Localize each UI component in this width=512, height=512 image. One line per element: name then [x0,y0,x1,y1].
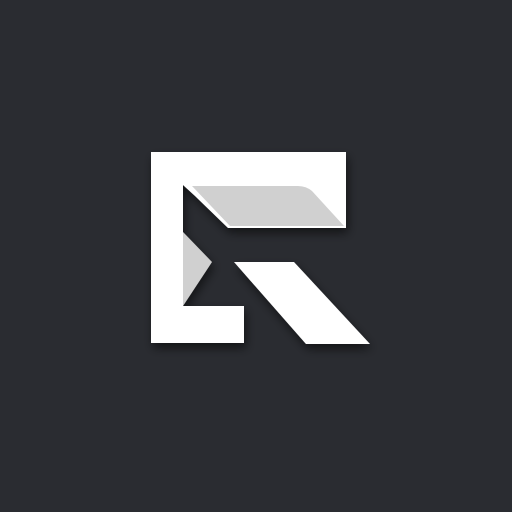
r-logo-icon [151,152,370,344]
r-arrow-shape [183,232,212,306]
r-leg-shape [234,262,370,344]
app-icon-canvas [0,0,512,512]
